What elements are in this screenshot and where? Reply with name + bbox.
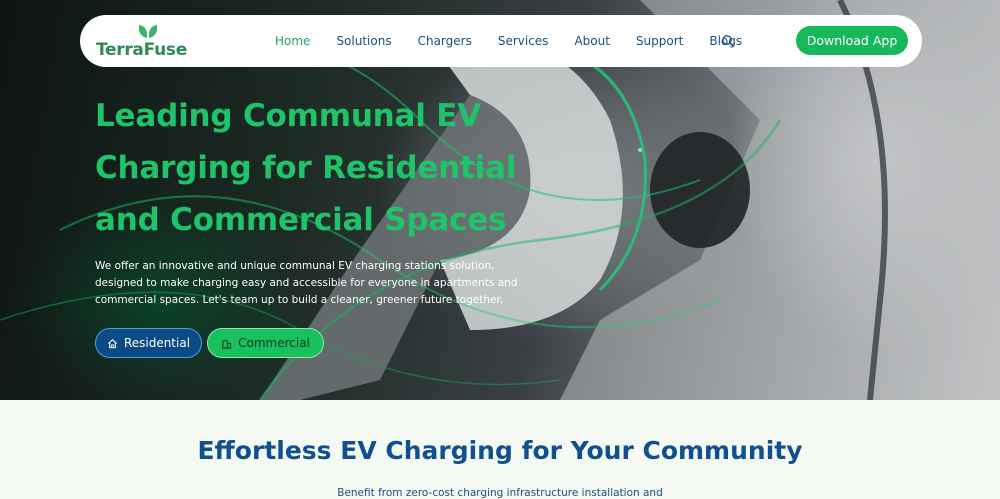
commercial-button-label: Commercial (238, 336, 310, 350)
section-subtitle: Benefit from zero-cost charging infrastr… (337, 487, 663, 499)
search-icon[interactable] (721, 34, 735, 48)
brand-logo[interactable]: TerraFuse (96, 23, 187, 61)
hero-description-line-1: We offer an innovative and unique commun… (95, 260, 495, 272)
nav-item-services[interactable]: Services (498, 34, 549, 48)
hero-headline-line-3: and Commercial Spaces (95, 202, 507, 238)
building-icon (222, 339, 232, 349)
nav-item-solutions[interactable]: Solutions (336, 34, 391, 48)
nav-item-home[interactable]: Home (275, 34, 310, 48)
community-section: Effortless EV Charging for Your Communit… (0, 400, 1000, 499)
brand-name: TerraFuse (96, 40, 187, 60)
download-app-button[interactable]: Download App (796, 26, 908, 55)
home-icon (107, 338, 117, 348)
nav-links: Home Solutions Chargers Services About S… (275, 15, 768, 67)
residential-button[interactable]: Residential (95, 328, 202, 358)
nav-item-support[interactable]: Support (636, 34, 683, 48)
commercial-button[interactable]: Commercial (207, 328, 324, 358)
hero-headline-line-2: Charging for Residential (95, 150, 517, 186)
residential-button-label: Residential (123, 336, 191, 350)
hero-description-line-3: commercial spaces. Let's team up to buil… (95, 294, 504, 306)
top-navbar: TerraFuse Home Solutions Chargers Servic… (80, 15, 922, 67)
hero-headline: Leading Communal EV Charging for Residen… (95, 90, 525, 246)
hero-description-line-2: designed to make charging easy and acces… (95, 277, 518, 289)
leaf-icon (138, 25, 158, 38)
nav-item-about[interactable]: About (574, 34, 609, 48)
section-title: Effortless EV Charging for Your Communit… (197, 436, 803, 465)
hero-section: TerraFuse Home Solutions Chargers Servic… (0, 0, 1000, 400)
hero-description: We offer an innovative and unique commun… (95, 258, 535, 309)
nav-item-chargers[interactable]: Chargers (418, 34, 472, 48)
hero-headline-line-1: Leading Communal EV (95, 98, 482, 134)
